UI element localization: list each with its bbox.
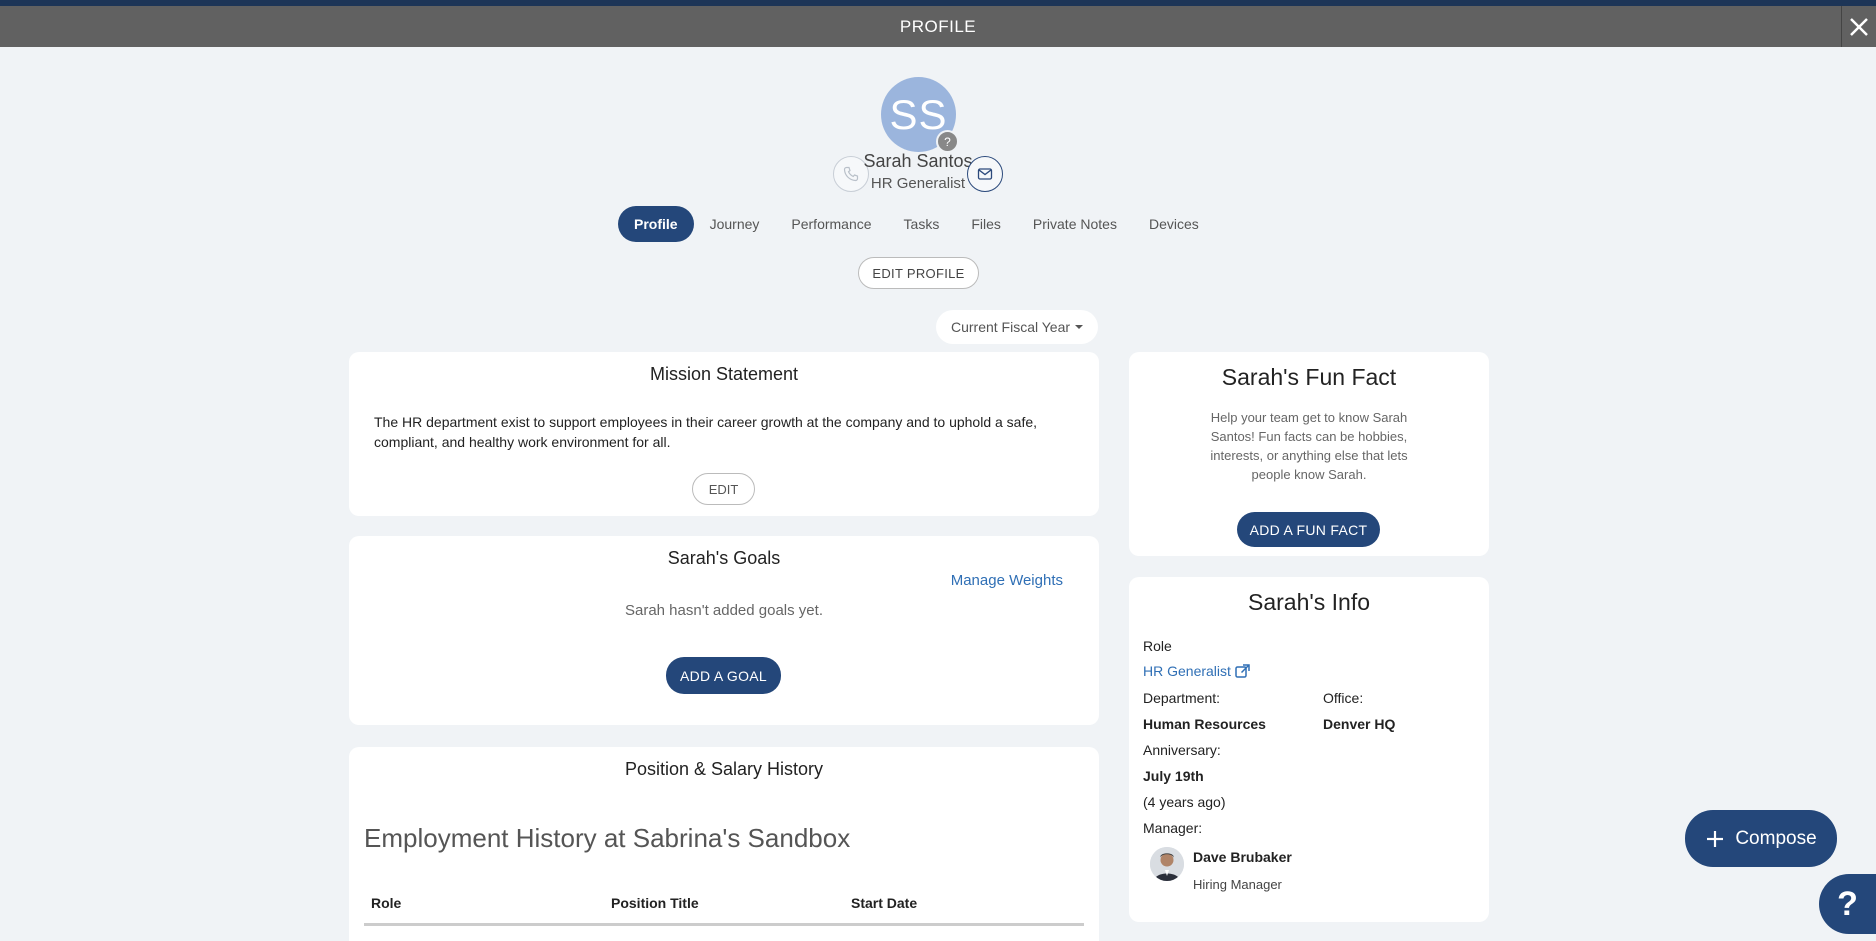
manage-weights-link[interactable]: Manage Weights bbox=[951, 572, 1063, 589]
tab-files[interactable]: Files bbox=[955, 206, 1017, 242]
plus-icon bbox=[1707, 830, 1724, 847]
manager-avatar[interactable] bbox=[1150, 847, 1184, 881]
column-header-start-date: Start Date bbox=[851, 895, 918, 911]
mission-text: The HR department exist to support emplo… bbox=[374, 414, 1038, 450]
manager-name[interactable]: Dave Brubaker bbox=[1193, 849, 1292, 865]
compose-label: Compose bbox=[1735, 827, 1817, 849]
help-button[interactable]: ? bbox=[1819, 874, 1876, 934]
add-goal-button[interactable]: ADD A GOAL bbox=[666, 657, 781, 694]
tab-profile[interactable]: Profile bbox=[618, 206, 694, 242]
manager-role: Hiring Manager bbox=[1193, 877, 1282, 892]
office-label: Office: bbox=[1323, 690, 1364, 706]
close-icon bbox=[1850, 17, 1868, 36]
tab-performance[interactable]: Performance bbox=[775, 206, 887, 242]
info-card: Sarah's Info Role HR Generalist Departme… bbox=[1129, 577, 1489, 922]
avatar-help-badge[interactable]: ? bbox=[936, 130, 959, 153]
table-header-divider bbox=[364, 923, 1084, 926]
employment-history-title: Employment History at Sabrina's Sandbox bbox=[364, 823, 851, 853]
compose-button[interactable]: Compose bbox=[1685, 810, 1837, 867]
info-title: Sarah's Info bbox=[1247, 589, 1371, 615]
close-button[interactable] bbox=[1841, 6, 1876, 47]
fun-fact-title: Sarah's Fun Fact bbox=[1221, 364, 1397, 390]
edit-mission-button[interactable]: EDIT bbox=[692, 473, 755, 505]
anniversary-ago: (4 years ago) bbox=[1143, 794, 1226, 810]
help-icon: ? bbox=[1837, 884, 1858, 923]
profile-tabs: Profile Journey Performance Tasks Files … bbox=[618, 206, 1215, 242]
page-title: PROFILE bbox=[0, 6, 1876, 47]
salary-title: Position & Salary History bbox=[624, 759, 824, 779]
goals-title: Sarah's Goals bbox=[667, 548, 781, 568]
avatar-initials: SS bbox=[889, 90, 948, 138]
external-link-icon bbox=[1235, 664, 1250, 678]
tab-private-notes[interactable]: Private Notes bbox=[1017, 206, 1133, 242]
column-header-role: Role bbox=[371, 895, 402, 911]
fiscal-year-label: Current Fiscal Year bbox=[950, 319, 1071, 335]
fun-fact-card: Sarah's Fun Fact Help your team get to k… bbox=[1129, 352, 1489, 556]
goals-card: Sarah's Goals Manage Weights Sarah hasn'… bbox=[349, 536, 1099, 725]
mission-title: Mission Statement bbox=[649, 364, 799, 384]
column-header-position-title: Position Title bbox=[611, 895, 699, 911]
fiscal-year-select[interactable]: Current Fiscal Year bbox=[936, 310, 1098, 344]
office-value: Denver HQ bbox=[1323, 716, 1396, 732]
goals-empty-text: Sarah hasn't added goals yet. bbox=[624, 602, 823, 619]
manager-label: Manager: bbox=[1143, 820, 1203, 836]
mission-statement-card: Mission Statement The HR department exis… bbox=[349, 352, 1099, 516]
tab-journey[interactable]: Journey bbox=[694, 206, 776, 242]
caret-down-icon bbox=[1075, 325, 1084, 329]
department-value: Human Resources bbox=[1143, 716, 1266, 732]
anniversary-label: Anniversary: bbox=[1143, 742, 1221, 758]
add-fun-fact-button[interactable]: ADD A FUN FACT bbox=[1237, 512, 1380, 547]
email-button[interactable] bbox=[967, 156, 1003, 192]
role-link[interactable]: HR Generalist bbox=[1143, 663, 1250, 679]
fun-fact-description: Help your team get to know Sarah Santos!… bbox=[1210, 410, 1408, 482]
person-photo-icon bbox=[1150, 847, 1184, 881]
edit-profile-button[interactable]: EDIT PROFILE bbox=[858, 257, 979, 289]
mail-icon bbox=[977, 168, 993, 180]
tab-tasks[interactable]: Tasks bbox=[888, 206, 956, 242]
role-label: Role bbox=[1143, 638, 1172, 654]
role-link-text: HR Generalist bbox=[1143, 663, 1231, 679]
department-label: Department: bbox=[1143, 690, 1221, 706]
anniversary-value: July 19th bbox=[1143, 768, 1204, 784]
tab-devices[interactable]: Devices bbox=[1133, 206, 1215, 242]
salary-history-card: Position & Salary History Employment His… bbox=[349, 747, 1099, 941]
